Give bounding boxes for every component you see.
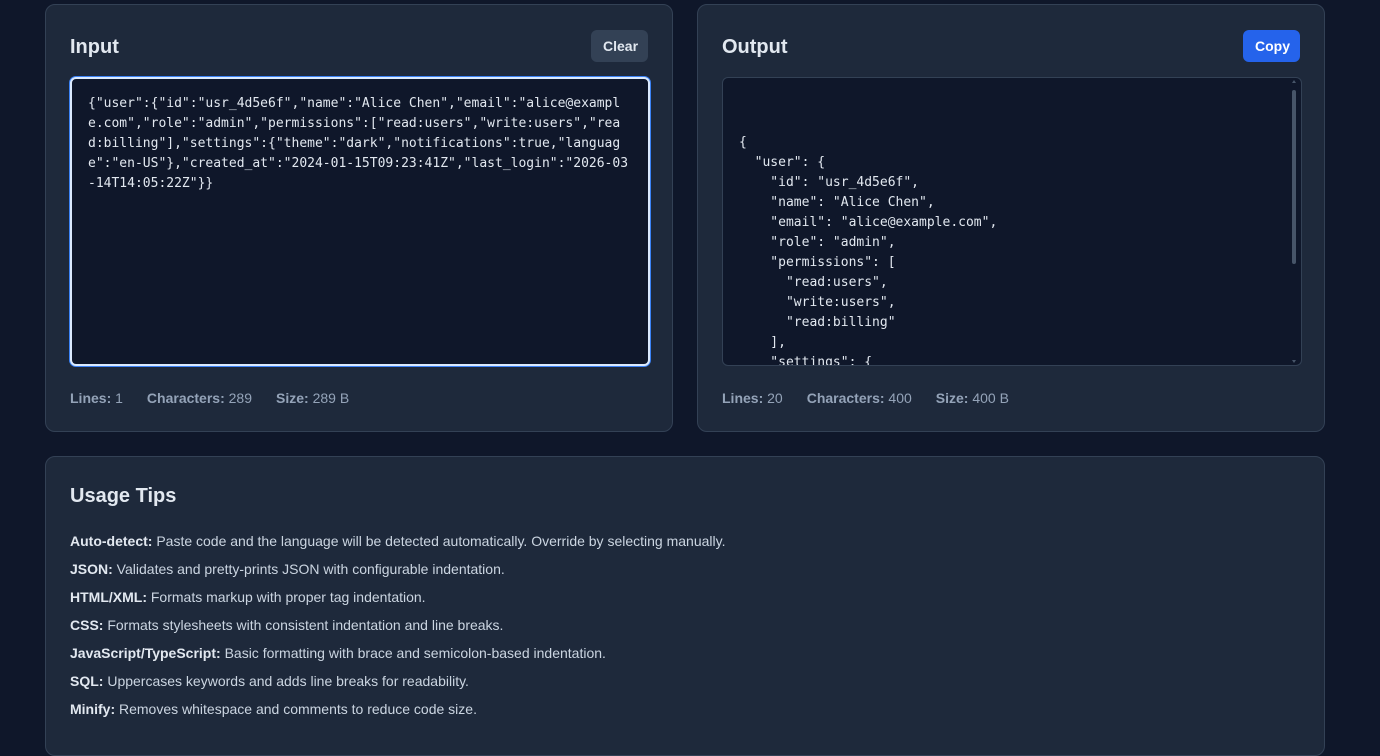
input-chars-stat: Characters: 289 [147,390,252,406]
tip-item: CSS: Formats stylesheets with consistent… [70,611,725,639]
tip-term: Minify: [70,701,116,717]
output-size-label: Size: [935,390,969,406]
usage-tips-title: Usage Tips [70,485,177,507]
tip-text: Basic formatting with brace and semicolo… [220,645,606,661]
scroll-up-arrow-icon[interactable] [1292,80,1296,83]
output-lines-label: Lines: [722,390,764,406]
tip-item: Minify: Removes whitespace and comments … [70,695,725,723]
tip-term: CSS: [70,617,104,633]
tip-item: JSON: Validates and pretty-prints JSON w… [70,555,725,583]
usage-tips-list: Auto-detect: Paste code and the language… [70,527,725,723]
output-chars-stat: Characters: 400 [807,390,912,406]
output-chars-value: 400 [888,390,912,406]
tip-text: Paste code and the language will be dete… [152,533,726,549]
output-lines-stat: Lines: 20 [722,390,783,406]
output-lines-value: 20 [767,390,783,406]
usage-tips-panel: Usage Tips Auto-detect: Paste code and t… [45,456,1325,756]
input-size-label: Size: [276,390,309,406]
tip-item: HTML/XML: Formats markup with proper tag… [70,583,725,611]
output-scrollbar[interactable] [1289,80,1299,363]
output-title: Output [722,36,788,58]
tip-term: Auto-detect: [70,533,153,549]
input-title: Input [70,36,119,58]
output-chars-label: Characters: [806,390,885,406]
input-size-stat: Size: 289 B [276,390,349,406]
input-chars-label: Characters: [146,390,225,406]
tip-item: Auto-detect: Paste code and the language… [70,527,725,555]
code-output-area[interactable]: { "user": { "id": "usr_4d5e6f", "name": … [722,77,1302,366]
tip-text: Validates and pretty-prints JSON with co… [112,561,505,577]
output-panel: Output Copy { "user": { "id": "usr_4d5e6… [697,4,1325,432]
formatted-output: { "user": { "id": "usr_4d5e6f", "name": … [739,135,998,366]
scroll-down-arrow-icon[interactable] [1292,360,1296,363]
input-lines-label: Lines: [70,390,112,406]
tip-text: Uppercases keywords and adds line breaks… [103,673,469,689]
input-chars-value: 289 [228,390,252,406]
scroll-thumb[interactable] [1292,90,1296,264]
tip-term: JavaScript/TypeScript: [70,645,221,661]
code-input-textarea[interactable]: {"user":{"id":"usr_4d5e6f","name":"Alice… [70,77,650,366]
tip-text: Formats markup with proper tag indentati… [146,589,426,605]
input-stats: Lines: 1 Characters: 289 Size: 289 B [70,390,349,406]
tip-term: HTML/XML: [70,589,147,605]
clear-button[interactable]: Clear [591,30,648,62]
output-stats: Lines: 20 Characters: 400 Size: 400 B [722,390,1009,406]
tip-text: Removes whitespace and comments to reduc… [115,701,477,717]
copy-button[interactable]: Copy [1243,30,1300,62]
tip-item: JavaScript/TypeScript: Basic formatting … [70,639,725,667]
input-panel: Input Clear {"user":{"id":"usr_4d5e6f","… [45,4,673,432]
tip-item: SQL: Uppercases keywords and adds line b… [70,667,725,695]
output-size-stat: Size: 400 B [936,390,1009,406]
input-size-value: 289 B [312,390,350,406]
input-lines-value: 1 [115,390,123,406]
tip-term: JSON: [70,561,113,577]
input-lines-stat: Lines: 1 [70,390,123,406]
output-size-value: 400 B [972,390,1009,406]
tip-term: SQL: [70,673,104,689]
tip-text: Formats stylesheets with consistent inde… [103,617,504,633]
